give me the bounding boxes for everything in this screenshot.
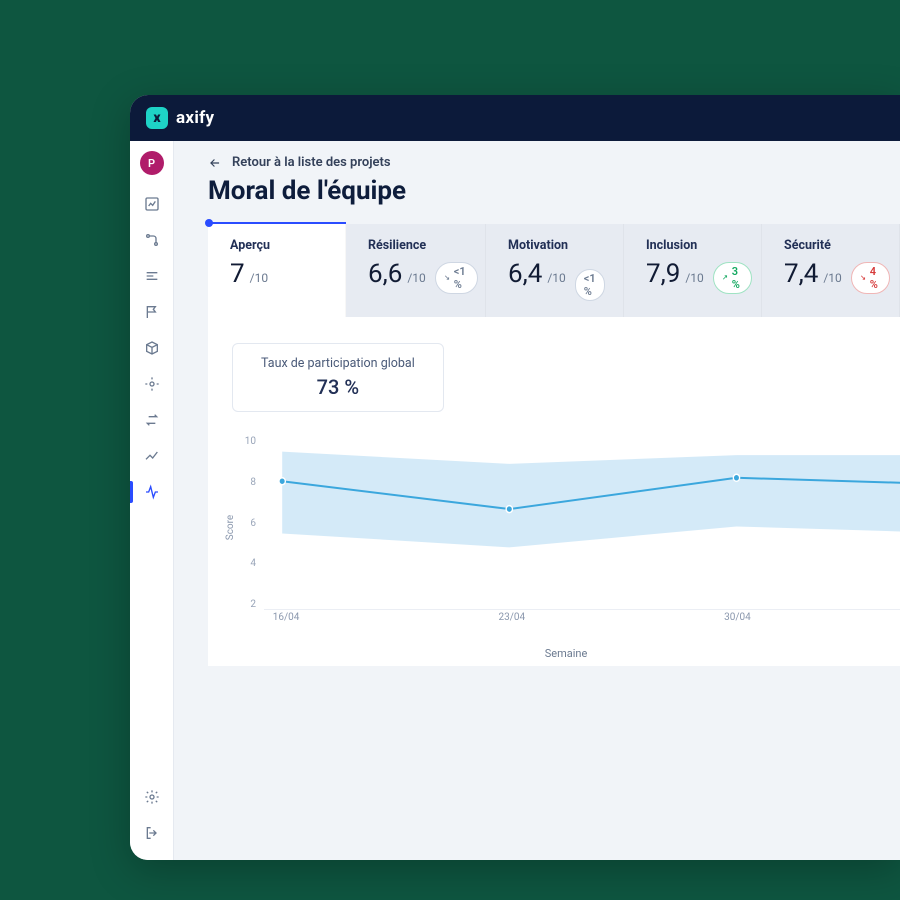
arrow-left-icon	[208, 156, 222, 170]
tab-resilience[interactable]: Résilience 6,6 /10 <1 %	[346, 224, 486, 317]
swap-icon	[144, 412, 160, 428]
trend-icon	[144, 448, 160, 464]
sidebar-item-target[interactable]	[130, 369, 174, 399]
timeline-icon	[144, 268, 160, 284]
logout-icon	[144, 825, 160, 841]
y-axis: 108642	[232, 436, 260, 610]
logo-letter: x	[153, 110, 160, 126]
trend-down-icon	[860, 273, 866, 282]
sidebar-item-swap[interactable]	[130, 405, 174, 435]
tab-value: 7,4	[784, 259, 818, 289]
app-frame: x axify P	[130, 95, 900, 860]
flag-icon	[144, 304, 160, 320]
activity-icon	[144, 484, 160, 500]
kpi-label: Taux de participation global	[261, 356, 415, 371]
tab-inclusion[interactable]: Inclusion 7,9 /10 3 %	[624, 224, 762, 317]
main-content: Retour à la liste des projets Moral de l…	[174, 141, 900, 860]
tab-delta: 3 %	[713, 262, 752, 294]
score-chart: Score 108642 16/0423/0430/04 Semaine	[232, 436, 900, 636]
trend-up-icon	[722, 273, 728, 282]
kpi-value: 73 %	[317, 375, 359, 399]
tab-denom: /10	[407, 271, 425, 285]
brand-name: axify	[176, 108, 214, 128]
tab-value: 7,9	[646, 259, 680, 289]
tab-label: Sécurité	[784, 238, 877, 253]
trend-flat-icon	[444, 273, 450, 282]
plot-svg	[264, 436, 900, 610]
content-card: Taux de participation global 73 % Score …	[208, 317, 900, 666]
chart-icon	[144, 196, 160, 212]
tab-denom: /10	[685, 271, 703, 285]
tab-securite[interactable]: Sécurité 7,4 /10 4 %	[762, 224, 900, 317]
back-link[interactable]: Retour à la liste des projets	[208, 155, 900, 170]
tab-label: Inclusion	[646, 238, 739, 253]
sidebar: P	[130, 141, 174, 860]
sidebar-item-logout[interactable]	[130, 818, 174, 848]
sidebar-item-flag[interactable]	[130, 297, 174, 327]
flow-icon	[144, 232, 160, 248]
titlebar: x axify	[130, 95, 900, 141]
tab-label: Motivation	[508, 238, 601, 253]
tab-denom: /10	[547, 271, 565, 285]
tab-denom: /10	[823, 271, 841, 285]
tab-delta: <1 %	[575, 269, 605, 301]
logo-icon: x	[146, 107, 168, 129]
tab-dot-icon	[205, 219, 213, 227]
page-title: Moral de l'équipe	[208, 176, 900, 206]
sidebar-item-settings[interactable]	[130, 782, 174, 812]
tab-motivation[interactable]: Motivation 6,4 /10 <1 %	[486, 224, 624, 317]
tabs: Aperçu 7 /10 Résilience 6,6 /10 <1 %	[208, 224, 900, 317]
settings-icon	[144, 789, 160, 805]
sidebar-item-package[interactable]	[130, 333, 174, 363]
tab-label: Aperçu	[230, 238, 323, 253]
sidebar-item-trend[interactable]	[130, 441, 174, 471]
tab-active-indicator	[208, 222, 346, 224]
x-axis-label: Semaine	[545, 647, 588, 660]
tab-denom: /10	[250, 271, 268, 285]
tab-value: 6,4	[508, 259, 542, 289]
x-axis: 16/0423/0430/04	[268, 612, 900, 636]
tab-value: 6,6	[368, 259, 402, 289]
avatar[interactable]: P	[140, 151, 164, 175]
target-icon	[144, 376, 160, 392]
sidebar-item-activity[interactable]	[130, 477, 174, 507]
package-icon	[144, 340, 160, 356]
tab-delta: 4 %	[851, 262, 890, 294]
sidebar-item-chart[interactable]	[130, 189, 174, 219]
sidebar-item-timeline[interactable]	[130, 261, 174, 291]
tab-delta: <1 %	[435, 262, 478, 294]
body-row: P	[130, 141, 900, 860]
kpi-participation: Taux de participation global 73 %	[232, 343, 444, 412]
sidebar-item-flow[interactable]	[130, 225, 174, 255]
tab-apercu[interactable]: Aperçu 7 /10	[208, 224, 346, 317]
tab-label: Résilience	[368, 238, 463, 253]
back-label: Retour à la liste des projets	[232, 155, 391, 170]
tab-value: 7	[230, 259, 245, 289]
